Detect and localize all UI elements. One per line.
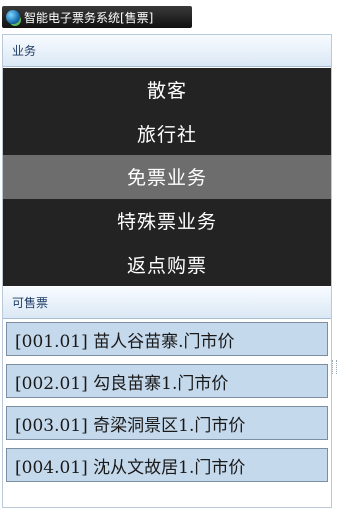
menu-item-rebate-purchase[interactable]: 返点购票 [3, 242, 331, 286]
menu-item-free-ticket[interactable]: 免票业务 [3, 155, 331, 199]
app-globe-icon [6, 10, 20, 24]
menu-item-travel-agency[interactable]: 旅行社 [3, 112, 331, 156]
ticket-item[interactable]: [002.01] 勾良苗寨1.门市价 [6, 364, 328, 398]
ticket-list: [001.01] 苗人谷苗寨.门市价 [002.01] 勾良苗寨1.门市价 [0… [6, 322, 328, 490]
menu-item-special-ticket[interactable]: 特殊票业务 [3, 199, 331, 243]
business-menu: 散客 旅行社 免票业务 特殊票业务 返点购票 [3, 68, 331, 286]
ticket-item[interactable]: [003.01] 奇梁洞景区1.门市价 [6, 406, 328, 440]
main-panel: 业务 散客 旅行社 免票业务 特殊票业务 返点购票 可售票 [001.01] 苗… [2, 34, 332, 508]
sellable-section-header[interactable]: 可售票 [3, 287, 331, 319]
sellable-header-label: 可售票 [12, 296, 49, 310]
business-header-label: 业务 [12, 44, 37, 58]
title-tab[interactable]: 智能电子票务系统[售票] [2, 6, 192, 28]
ticket-item[interactable]: [001.01] 苗人谷苗寨.门市价 [6, 322, 328, 356]
ticket-item[interactable]: [004.01] 沈从文故居1.门市价 [6, 448, 328, 482]
menu-item-individual[interactable]: 散客 [3, 68, 331, 112]
title-bar: 智能电子票务系统[售票] [0, 0, 339, 33]
window-title: 智能电子票务系统[售票] [24, 10, 154, 25]
business-section-header[interactable]: 业务 [3, 35, 331, 67]
splitter-grip[interactable] [332, 360, 337, 374]
